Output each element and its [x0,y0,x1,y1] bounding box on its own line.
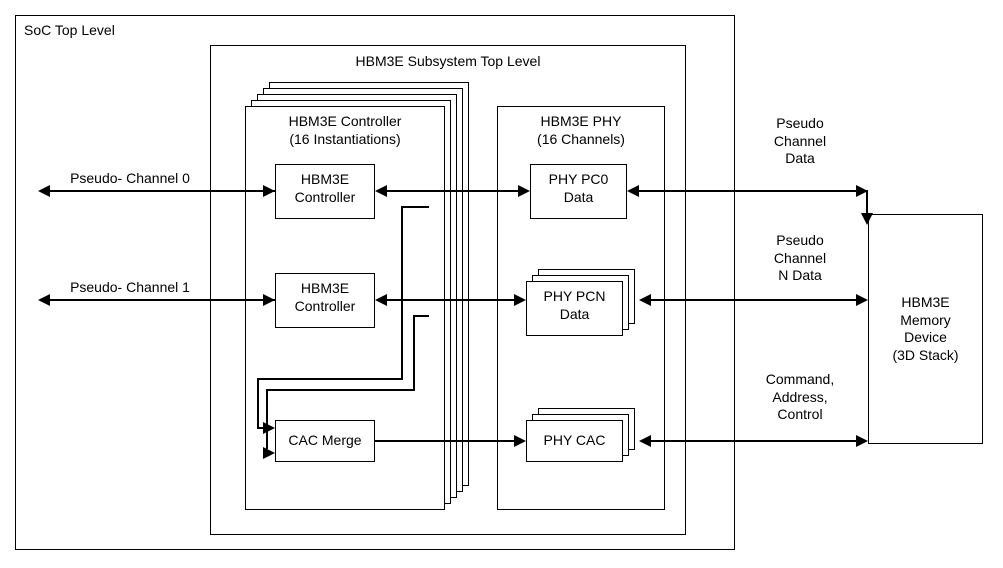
diagram-canvas: SoC Top Level HBM3E Subsystem Top Level … [0,0,1003,568]
mem-drop-pc0 [866,190,868,215]
pseudo-channel-0-label: Pseudo- Channel 0 [55,170,205,188]
arrow-l-icon [375,185,387,197]
arrow-r-icon [518,185,530,197]
pseudo-channel-1-label: Pseudo- Channel 1 [55,279,205,297]
arrow-r-icon [263,422,275,434]
phy-pcn-label: PHY PCN Data [526,288,623,323]
arrow-l-icon [627,185,639,197]
elbow0-h1 [401,206,429,208]
bus-pc-data-label: Pseudo Channel Data [750,115,850,168]
memory-device-label: HBM3E Memory Device (3D Stack) [868,294,983,364]
elbow0-v [401,206,403,380]
arrow-l-icon [38,294,50,306]
bus-phy-mem-pc0 [639,190,856,192]
phy-title-l2: (16 Channels) [497,131,665,149]
elbow1-h1 [413,315,429,317]
soc-title: SoC Top Level [24,22,224,40]
elbow1-v [413,315,415,391]
cac-merge-label: CAC Merge [275,432,375,450]
controller-title-l1: HBM3E Controller [245,113,445,131]
phy-title-l1: HBM3E PHY [497,113,665,131]
arrow-l-icon [639,435,651,447]
phy-cac-label: PHY CAC [526,432,623,450]
arrow-l-icon [38,185,50,197]
elbow1-h3 [263,452,267,454]
elbow0-h2 [257,378,403,380]
bus-pc1-left [50,299,275,301]
bus-cac-label: Command, Address, Control [750,371,850,424]
controller-pc0-label: HBM3E Controller [275,171,375,206]
bus-phy-mem-pcn [651,299,856,301]
elbow1-h2 [266,389,415,391]
controller-title-l2: (16 Instantiations) [245,131,445,149]
elbow0-v2 [257,378,259,428]
arrow-d-icon [861,213,873,225]
arrow-r-icon [856,435,868,447]
arrow-r-icon [263,185,275,197]
bus-pcn-data-label: Pseudo Channel N Data [750,232,850,285]
arrow-l-icon [375,294,387,306]
arrow-l-icon [639,294,651,306]
arrow-r-icon [514,294,526,306]
elbow1-v2 [266,389,268,449]
bus-pc0-left [50,190,275,192]
arrow-r-icon [263,294,275,306]
bus-ctrl1-phy [387,299,514,301]
controller-pc1-label: HBM3E Controller [275,280,375,315]
subsystem-title: HBM3E Subsystem Top Level [210,53,686,71]
bus-ctrl0-phy [387,190,518,192]
bus-cacmerge-phy [375,440,514,442]
phy-pc0-label: PHY PC0 Data [530,171,627,206]
arrow-r-icon [514,435,526,447]
arrow-r-icon [856,294,868,306]
bus-phy-mem-cac [651,440,856,442]
